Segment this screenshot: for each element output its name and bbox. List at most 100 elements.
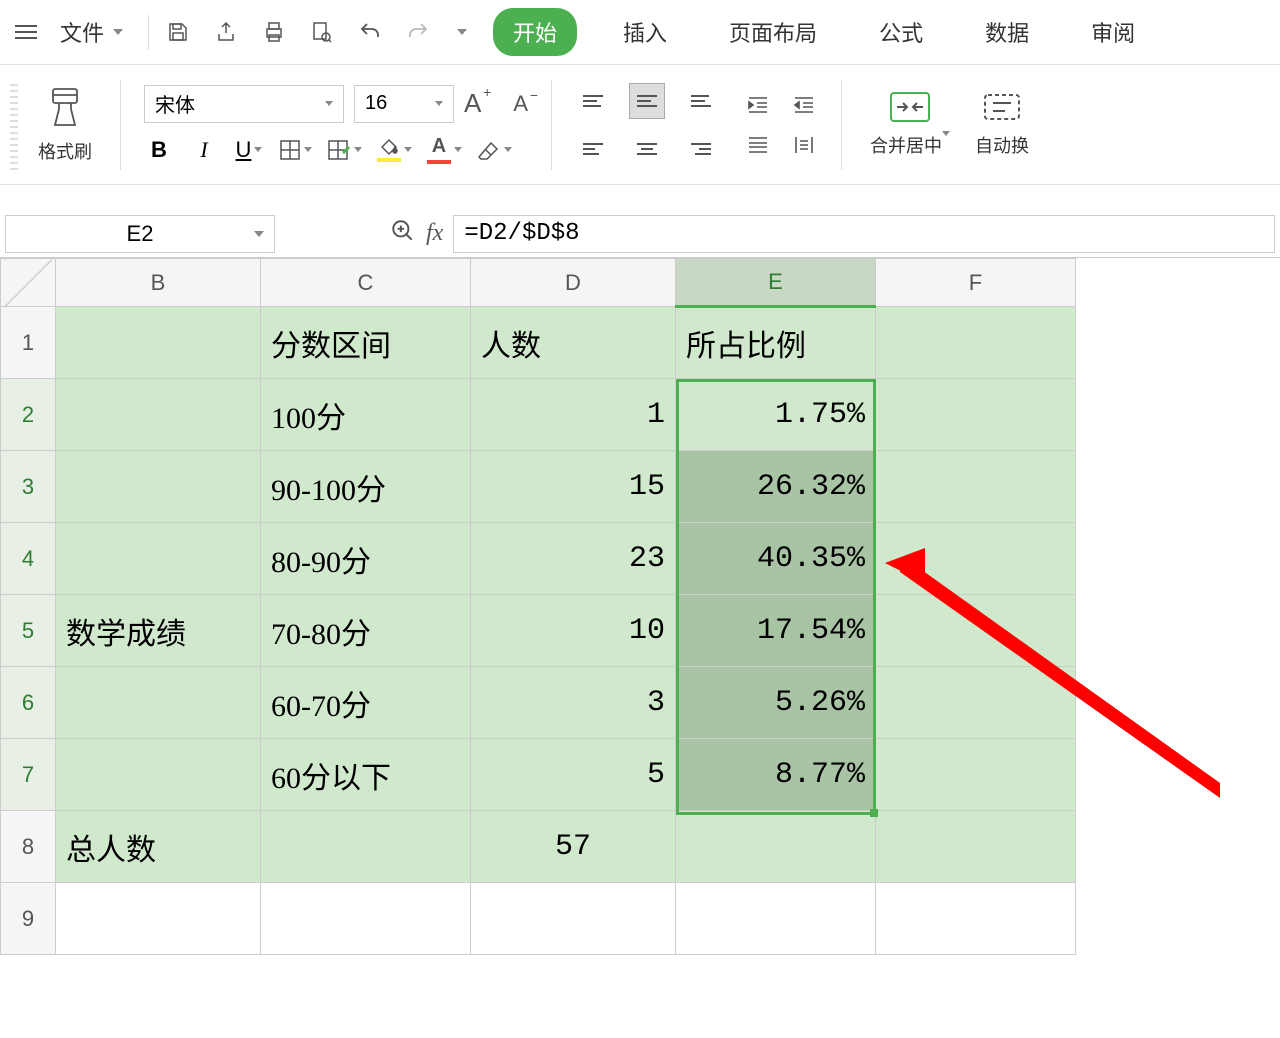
tab-formulas[interactable]: 公式: [863, 8, 939, 56]
column-header[interactable]: C: [261, 259, 471, 307]
undo-icon[interactable]: [356, 18, 384, 46]
name-box[interactable]: E2: [5, 215, 275, 253]
hamburger-icon[interactable]: [15, 25, 37, 39]
cell-selected[interactable]: 17.54%: [676, 595, 876, 667]
cell[interactable]: 60-70分: [261, 667, 471, 739]
cell-selected[interactable]: 5.26%: [676, 667, 876, 739]
row-header[interactable]: 7: [1, 739, 56, 811]
row-header[interactable]: 5: [1, 595, 56, 667]
justify-icon[interactable]: [744, 131, 772, 159]
print-icon[interactable]: [260, 18, 288, 46]
bold-button[interactable]: B: [144, 135, 174, 165]
cell[interactable]: 15: [471, 451, 676, 523]
align-bottom-icon[interactable]: [683, 83, 719, 119]
row-header[interactable]: 1: [1, 307, 56, 379]
cell[interactable]: 总人数: [56, 811, 261, 883]
eraser-button[interactable]: [477, 139, 512, 161]
align-middle-icon[interactable]: [629, 83, 665, 119]
row-header[interactable]: 9: [1, 883, 56, 955]
column-header[interactable]: E: [676, 259, 876, 307]
cell[interactable]: 100分: [261, 379, 471, 451]
tab-data[interactable]: 数据: [969, 8, 1045, 56]
cell[interactable]: 80-90分: [261, 523, 471, 595]
cell[interactable]: [876, 307, 1076, 379]
row-header[interactable]: 4: [1, 523, 56, 595]
distribute-icon[interactable]: [790, 131, 818, 159]
cell[interactable]: 57: [471, 811, 676, 883]
row-header[interactable]: 8: [1, 811, 56, 883]
tab-review[interactable]: 审阅: [1075, 8, 1151, 56]
column-header[interactable]: D: [471, 259, 676, 307]
cell[interactable]: [56, 379, 261, 451]
column-header[interactable]: F: [876, 259, 1076, 307]
increase-indent-icon[interactable]: [790, 91, 818, 119]
font-name-select[interactable]: 宋体: [144, 85, 344, 123]
tab-insert[interactable]: 插入: [607, 8, 683, 56]
row-header[interactable]: 2: [1, 379, 56, 451]
cell[interactable]: 数学成绩: [56, 595, 261, 667]
more-icon[interactable]: [452, 18, 468, 46]
cell[interactable]: 3: [471, 667, 676, 739]
cell[interactable]: 分数区间: [261, 307, 471, 379]
format-painter-group[interactable]: 格式刷: [33, 85, 97, 164]
cell-selected[interactable]: 8.77%: [676, 739, 876, 811]
tab-home[interactable]: 开始: [493, 8, 577, 56]
select-all-corner[interactable]: [1, 259, 56, 307]
align-left-icon[interactable]: [575, 131, 611, 167]
formula-input[interactable]: =D2/$D$8: [453, 215, 1275, 253]
cell[interactable]: 23: [471, 523, 676, 595]
align-right-icon[interactable]: [683, 131, 719, 167]
font-color-button[interactable]: A: [427, 135, 462, 164]
cell[interactable]: [56, 523, 261, 595]
cell[interactable]: 60分以下: [261, 739, 471, 811]
cell[interactable]: [676, 883, 876, 955]
border-button[interactable]: [279, 139, 312, 161]
cell[interactable]: [261, 811, 471, 883]
cell-selected[interactable]: 40.35%: [676, 523, 876, 595]
font-size-select[interactable]: 16: [354, 85, 454, 123]
spreadsheet-grid[interactable]: B C D E F 1 分数区间 人数 所占比例 2 100分 1 1.75% …: [0, 258, 1280, 955]
cell[interactable]: [56, 451, 261, 523]
cell[interactable]: [876, 883, 1076, 955]
italic-button[interactable]: I: [189, 135, 219, 165]
cell[interactable]: [876, 523, 1076, 595]
cell[interactable]: [676, 811, 876, 883]
cell[interactable]: [876, 379, 1076, 451]
cell[interactable]: [876, 739, 1076, 811]
cell[interactable]: [876, 811, 1076, 883]
cell[interactable]: 90-100分: [261, 451, 471, 523]
tab-page-layout[interactable]: 页面布局: [713, 8, 833, 56]
cell-style-button[interactable]: [327, 139, 362, 161]
cell[interactable]: 所占比例: [676, 307, 876, 379]
underline-button[interactable]: U: [234, 135, 264, 165]
cell[interactable]: [56, 883, 261, 955]
cell-selected[interactable]: 26.32%: [676, 451, 876, 523]
decrease-indent-icon[interactable]: [744, 91, 772, 119]
align-center-icon[interactable]: [629, 131, 665, 167]
fill-color-button[interactable]: [377, 138, 412, 162]
cell[interactable]: 5: [471, 739, 676, 811]
merge-center-group[interactable]: 合并居中: [865, 91, 955, 158]
zoom-icon[interactable]: [390, 218, 416, 249]
cell[interactable]: 人数: [471, 307, 676, 379]
decrease-font-icon[interactable]: A−: [513, 91, 528, 117]
cell[interactable]: 70-80分: [261, 595, 471, 667]
cell[interactable]: [876, 451, 1076, 523]
row-header[interactable]: 3: [1, 451, 56, 523]
increase-font-icon[interactable]: A+: [464, 88, 481, 119]
redo-icon[interactable]: [404, 18, 432, 46]
cell[interactable]: [471, 883, 676, 955]
file-menu[interactable]: 文件: [50, 11, 133, 53]
cell[interactable]: 10: [471, 595, 676, 667]
print-preview-icon[interactable]: [308, 18, 336, 46]
cell[interactable]: [56, 307, 261, 379]
cell[interactable]: 1: [471, 379, 676, 451]
cell[interactable]: [56, 667, 261, 739]
cell[interactable]: [876, 667, 1076, 739]
align-top-icon[interactable]: [575, 83, 611, 119]
column-header[interactable]: B: [56, 259, 261, 307]
cell-active[interactable]: 1.75%: [676, 379, 876, 451]
row-header[interactable]: 6: [1, 667, 56, 739]
share-icon[interactable]: [212, 18, 240, 46]
auto-wrap-group[interactable]: 自动换: [970, 91, 1034, 158]
